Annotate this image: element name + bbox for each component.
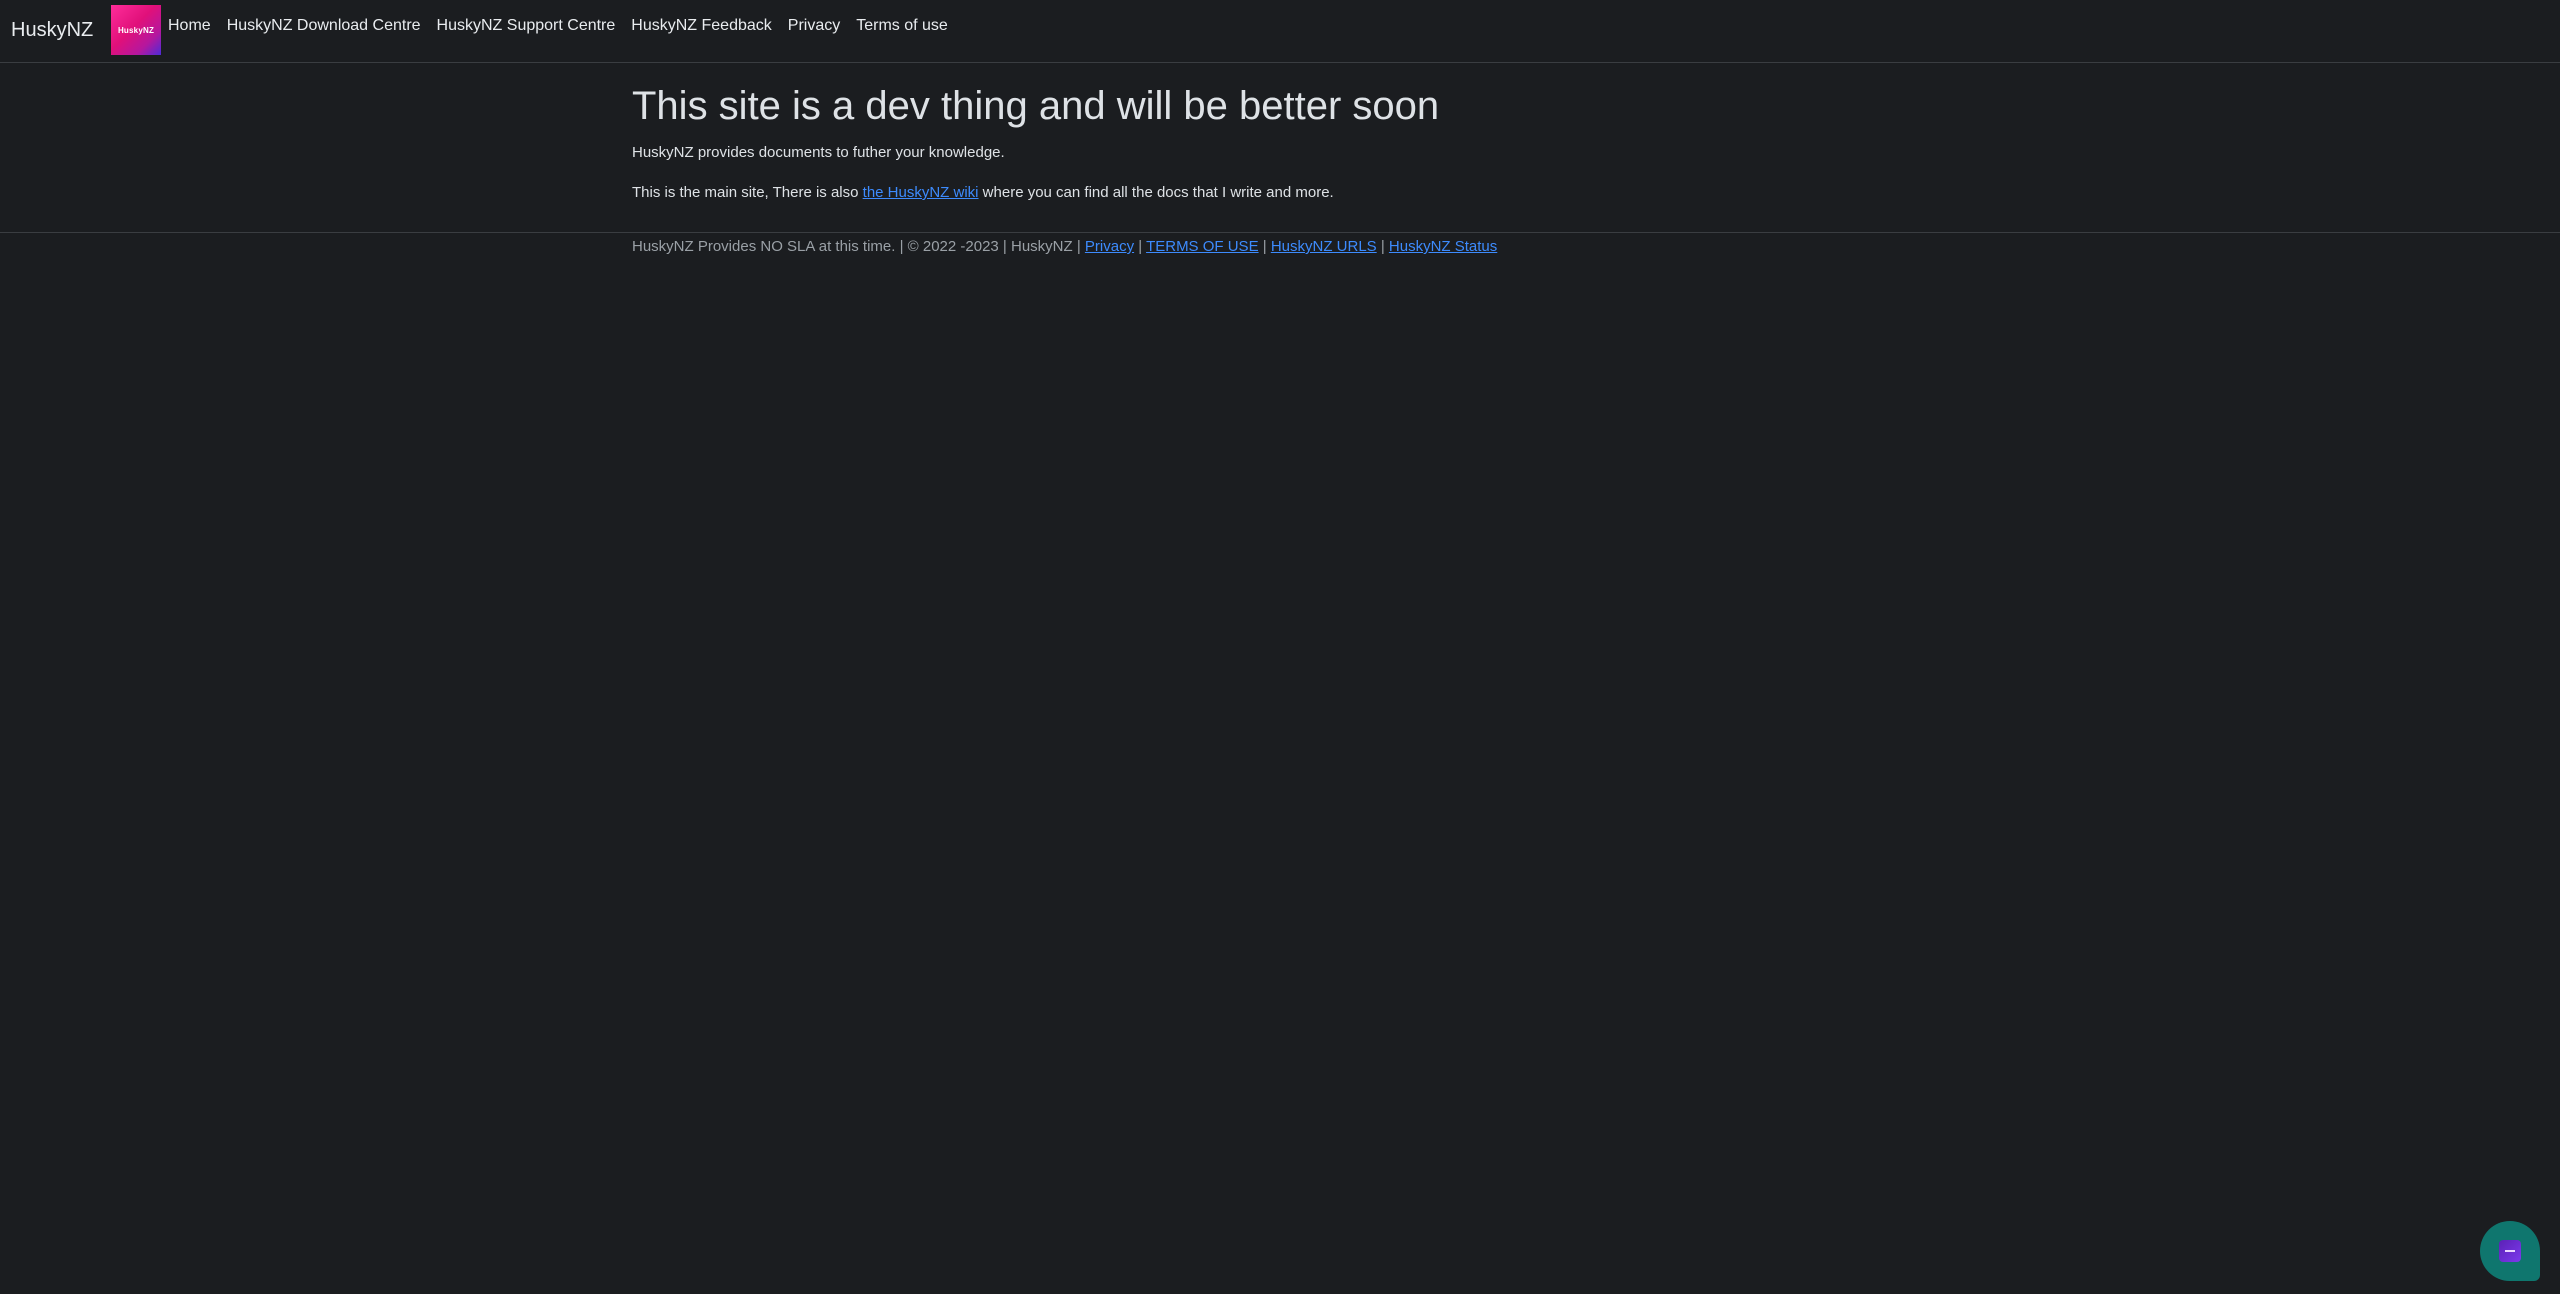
- page-title: This site is a dev thing and will be bet…: [632, 84, 1440, 128]
- footer-link-status[interactable]: HuskyNZ Status: [1389, 238, 1497, 255]
- footer-text: HuskyNZ Provides NO SLA at this time. | …: [632, 238, 1085, 255]
- intro-text: HuskyNZ provides documents to futher you…: [632, 144, 1005, 161]
- footer-link-terms[interactable]: TERMS OF USE: [1146, 238, 1259, 255]
- logo-text: HuskyNZ: [117, 25, 155, 35]
- huskynz-logo[interactable]: HuskyNZ: [111, 5, 161, 55]
- nav-link-support-centre[interactable]: HuskyNZ Support Centre: [429, 15, 624, 37]
- footer-separator: |: [1134, 238, 1147, 255]
- nav-links: Home HuskyNZ Download Centre HuskyNZ Sup…: [168, 15, 956, 37]
- nav-link-download-centre[interactable]: HuskyNZ Download Centre: [219, 15, 429, 37]
- nav-link-feedback[interactable]: HuskyNZ Feedback: [623, 15, 780, 37]
- footer-divider: [0, 232, 2560, 233]
- wiki-suffix: where you can find all the docs that I w…: [978, 184, 1334, 201]
- top-navbar: HuskyNZ HuskyNZ Home HuskyNZ Download Ce…: [0, 0, 2560, 63]
- wiki-link[interactable]: the HuskyNZ wiki: [863, 184, 979, 201]
- footer-link-urls[interactable]: HuskyNZ URLS: [1271, 238, 1377, 255]
- footer-link-privacy[interactable]: Privacy: [1085, 238, 1134, 255]
- brand-link[interactable]: HuskyNZ: [11, 17, 93, 43]
- nav-link-terms[interactable]: Terms of use: [848, 15, 956, 37]
- main-content: This site is a dev thing and will be bet…: [632, 78, 1932, 204]
- wiki-paragraph: This is the main site, There is also the…: [632, 182, 1932, 204]
- footer-separator: |: [1376, 238, 1389, 255]
- footer-separator: |: [1258, 238, 1271, 255]
- chat-widget-button[interactable]: [2480, 1221, 2540, 1281]
- wiki-prefix: This is the main site, There is also: [632, 184, 863, 201]
- footer: HuskyNZ Provides NO SLA at this time. | …: [632, 236, 1497, 258]
- chat-icon: [2499, 1240, 2521, 1262]
- nav-link-privacy[interactable]: Privacy: [780, 15, 848, 37]
- nav-link-home[interactable]: Home: [168, 15, 219, 37]
